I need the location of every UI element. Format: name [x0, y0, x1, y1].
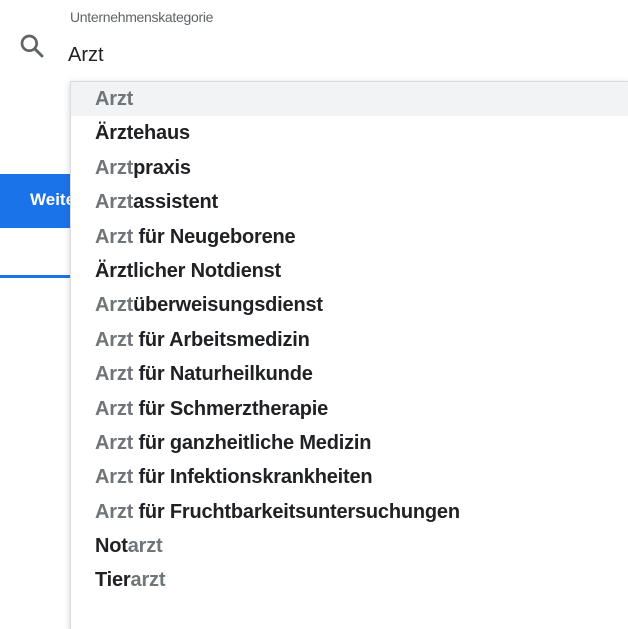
- suggestion-option[interactable]: Tierarzt: [71, 563, 628, 597]
- suggestion-option[interactable]: Arzt für Fruchtbarkeitsuntersuchungen: [71, 495, 628, 529]
- suggestion-text: Tier: [95, 569, 131, 592]
- suggestion-match-text: Arzt: [95, 397, 134, 420]
- suggestion-match-text: Arzt: [95, 225, 134, 248]
- suggestion-match-text: Arzt: [95, 156, 134, 179]
- suggestion-match-text: Arzt: [95, 88, 134, 110]
- suggestion-match-text: Arzt: [95, 294, 134, 317]
- suggestion-text: für Neugeborene: [133, 225, 296, 248]
- suggestion-text: für Fruchtbarkeitsuntersuchungen: [133, 500, 460, 523]
- suggestion-match-text: Arzt: [95, 431, 134, 454]
- suggestion-option[interactable]: Ärztehaus: [71, 116, 628, 150]
- suggestion-option[interactable]: Arzt für Naturheilkunde: [71, 357, 628, 391]
- suggestion-text: Ärztlicher Notdienst: [95, 259, 282, 282]
- suggestion-match-text: Arzt: [95, 363, 134, 386]
- suggestion-text: für Infektionskrankheiten: [133, 466, 373, 489]
- suggestion-match-text: Arzt: [95, 500, 134, 523]
- suggestion-option[interactable]: Arztüberweisungsdienst: [71, 288, 628, 322]
- suggestion-text: für Schmerztherapie: [133, 397, 329, 420]
- category-input[interactable]: [68, 44, 608, 67]
- category-suggestions-dropdown: Arzt Ärztehaus Arztpraxis Arztassistent Arzt…: [70, 81, 628, 629]
- suggestion-text: überweisungsdienst: [133, 294, 323, 317]
- suggestion-option[interactable]: Ärztlicher Notdienst: [71, 254, 628, 288]
- suggestion-option[interactable]: Arzt für ganzheitliche Medizin: [71, 426, 628, 460]
- suggestion-option[interactable]: Arztpraxis: [71, 151, 628, 185]
- suggestion-option[interactable]: Arzt für Arbeitsmedizin: [71, 323, 628, 357]
- business-category-form: Unternehmenskategorie Weiter ArztÄrzteha…: [0, 0, 628, 629]
- suggestion-option[interactable]: Notarzt: [71, 529, 628, 563]
- suggestion-text: für Naturheilkunde: [133, 363, 313, 386]
- suggestion-match-text: Arzt: [95, 328, 134, 351]
- suggestion-text: Ärztehaus: [95, 122, 190, 145]
- suggestion-match-text: arzt: [130, 569, 166, 592]
- suggestion-text: für ganzheitliche Medizin: [133, 431, 372, 454]
- suggestion-text: für Arbeitsmedizin: [133, 328, 310, 351]
- suggestion-option[interactable]: Arzt für Schmerztherapie: [71, 392, 628, 426]
- suggestion-option[interactable]: Arztassistent: [71, 185, 628, 219]
- suggestion-option[interactable]: Arzt: [71, 82, 628, 117]
- suggestion-match-text: Arzt: [95, 466, 134, 489]
- suggestion-text: Not: [95, 535, 128, 558]
- suggestion-text: praxis: [133, 156, 191, 179]
- suggestion-text: assistent: [133, 191, 219, 214]
- suggestion-option[interactable]: Arzt für Infektionskrankheiten: [71, 460, 628, 494]
- suggestion-option[interactable]: Arzt für Neugeborene: [71, 220, 628, 254]
- search-icon: [20, 34, 44, 58]
- suggestion-match-text: Arzt: [95, 191, 134, 214]
- suggestion-match-text: arzt: [127, 535, 163, 558]
- category-field-label: Unternehmenskategorie: [70, 9, 214, 25]
